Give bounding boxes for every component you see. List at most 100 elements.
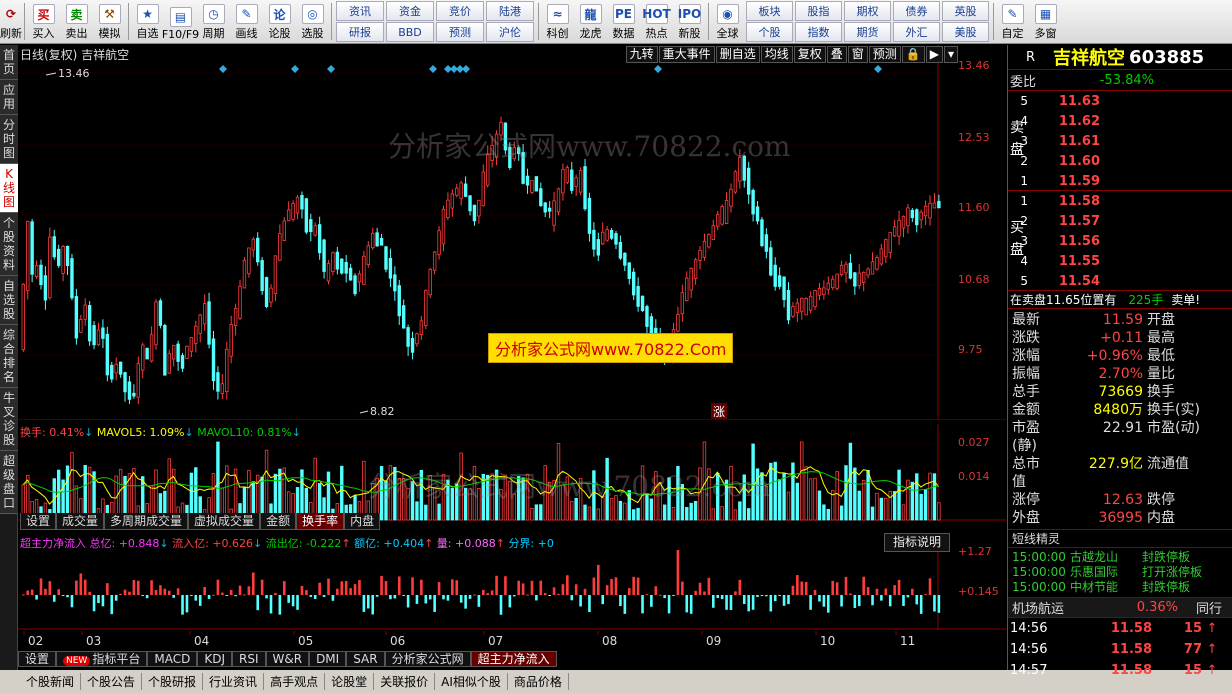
volume-tab-1[interactable]: 成交量 <box>56 513 105 530</box>
candle <box>733 170 738 194</box>
status-link-4[interactable]: 高手观点 <box>264 673 326 690</box>
grid1-4-button[interactable]: 研报 <box>336 22 384 42</box>
indicator-tab-4[interactable]: RSI <box>232 651 266 667</box>
chart-btn-5[interactable]: 叠 <box>826 46 847 63</box>
grid2-4-button[interactable]: 英股 <box>942 1 989 21</box>
toolbar-group5-0-button[interactable]: ✎ 自定 <box>996 0 1029 43</box>
toolbar-group3-1-button[interactable]: 龍龙虎 <box>574 0 607 43</box>
toolbar-group2-4-button[interactable]: 论论股 <box>263 0 296 43</box>
indicator-tab-2[interactable]: MACD <box>147 651 198 667</box>
news-item[interactable]: 15:00:00 古越龙山 封跌停板 <box>1008 550 1232 565</box>
kline-chart[interactable]: 13.46 8.82 涨 <box>18 45 1006 420</box>
left-tab-6[interactable]: 综合排名 <box>0 325 18 388</box>
grid2-3-button[interactable]: 债券 <box>893 1 940 21</box>
toolbar-group3-0-button[interactable]: ≈ 科创 <box>541 0 574 43</box>
status-link-3[interactable]: 行业资讯 <box>203 673 265 690</box>
volume-tab-5[interactable]: 换手率 <box>296 513 345 530</box>
asks-row[interactable]: 1 11.59 <box>1008 171 1232 191</box>
left-tab-2[interactable]: 分时图 <box>0 115 18 164</box>
volume-tab-2[interactable]: 多周期成交量 <box>104 513 189 530</box>
status-link-5[interactable]: 论股堂 <box>325 673 375 690</box>
left-tab-0[interactable]: 首页 <box>0 45 18 80</box>
grid1-1-button[interactable]: 资金 <box>386 1 434 21</box>
volume-tab-6[interactable]: 内盘 <box>344 513 381 530</box>
grid1-3-button[interactable]: 陆港 <box>486 1 534 21</box>
chart-btn-2[interactable]: 删自选 <box>715 46 760 63</box>
dropdown-icon[interactable]: ▾ <box>943 46 958 63</box>
status-link-2[interactable]: 个股研报 <box>142 673 204 690</box>
status-link-6[interactable]: 关联报价 <box>374 673 436 690</box>
bids-row[interactable]: 2 11.57 <box>1008 211 1232 231</box>
bids-row[interactable]: 1 11.58 <box>1008 191 1232 211</box>
grid1-5-button[interactable]: BBD <box>386 22 434 42</box>
volume-tab-0[interactable]: 设置 <box>20 513 57 530</box>
toolbar-group1-1-button[interactable]: 卖卖出 <box>60 0 93 43</box>
status-link-8[interactable]: 商品价格 <box>508 673 569 690</box>
volume-tab-4[interactable]: 金额 <box>260 513 297 530</box>
indicator-tab-8[interactable]: 分析家公式网 <box>384 651 471 667</box>
candle <box>83 298 87 326</box>
volume-tab-3[interactable]: 虚拟成交量 <box>188 513 261 530</box>
left-tab-8[interactable]: 超级盘口 <box>0 451 18 514</box>
asks-row[interactable]: 4 11.62 <box>1008 111 1232 131</box>
toolbar-group2-1-button[interactable]: ▤ F10/F9 <box>162 0 199 43</box>
chart-btn-4[interactable]: 复权 <box>793 46 826 63</box>
left-tab-3[interactable]: K线图 <box>0 164 18 213</box>
toolbar-group1-0-button[interactable]: 买买入 <box>27 0 60 43</box>
chart-btn-3[interactable]: 均线 <box>760 46 793 63</box>
toolbar-group2-3-button[interactable]: ✎ 画线 <box>230 0 263 43</box>
refresh-button[interactable]: ⟳ 刷新 <box>0 0 22 43</box>
indicator-tab-7[interactable]: SAR <box>346 651 385 667</box>
toolbar-group3-4-button[interactable]: IPO 新股 <box>673 0 706 43</box>
toolbar-group2-5-button[interactable]: ◎ 选股 <box>296 0 329 43</box>
lock-icon[interactable]: 🔒 <box>901 46 925 63</box>
chart-btn-0[interactable]: 九转 <box>625 46 658 63</box>
sector-row[interactable]: 机场航运 0.36% 同行 <box>1008 598 1232 618</box>
left-tab-5[interactable]: 自选股 <box>0 276 18 325</box>
left-tab-7[interactable]: 牛叉诊股 <box>0 388 18 451</box>
bids-row[interactable]: 3 11.56 <box>1008 231 1232 251</box>
news-item[interactable]: 15:00:00 中材节能 封跌停板 <box>1008 580 1232 595</box>
news-item[interactable]: 15:00:00 乐惠国际 打开涨停板 <box>1008 565 1232 580</box>
next-icon[interactable]: ▶ <box>925 46 943 63</box>
toolbar-group3-2-button[interactable]: PE 数据 <box>607 0 640 43</box>
indicator-tab-1[interactable]: NEW 指标平台 <box>56 651 148 667</box>
left-tab-4[interactable]: 个股资料 <box>0 213 18 276</box>
grid1-6-button[interactable]: 预测 <box>436 22 484 42</box>
left-tab-1[interactable]: 应用 <box>0 80 18 115</box>
grid2-6-button[interactable]: 指数 <box>795 22 842 42</box>
toolbar-group5-1-button[interactable]: ▦ 多窗 <box>1029 0 1062 43</box>
chart-btn-7[interactable]: 预测 <box>868 46 901 63</box>
grid1-2-button[interactable]: 竞价 <box>436 1 484 21</box>
indicator-tab-6[interactable]: DMI <box>309 651 347 667</box>
toolbar-group4-0-button[interactable]: ◉ 全球 <box>711 0 744 43</box>
status-link-0[interactable]: 个股新闻 <box>20 673 82 690</box>
grid2-8-button[interactable]: 外汇 <box>893 22 940 42</box>
grid2-0-button[interactable]: 板块 <box>746 1 793 21</box>
bids-row[interactable]: 4 11.55 <box>1008 251 1232 271</box>
grid2-7-button[interactable]: 期货 <box>844 22 891 42</box>
grid1-0-button[interactable]: 资讯 <box>336 1 384 21</box>
asks-row[interactable]: 3 11.61 <box>1008 131 1232 151</box>
grid2-1-button[interactable]: 股指 <box>795 1 842 21</box>
asks-row[interactable]: 5 11.63 <box>1008 91 1232 111</box>
asks-row[interactable]: 2 11.60 <box>1008 151 1232 171</box>
toolbar-group2-2-button[interactable]: ◷ 周期 <box>197 0 230 43</box>
grid2-2-button[interactable]: 期权 <box>844 1 891 21</box>
toolbar-group1-2-button[interactable]: ⚒ 模拟 <box>93 0 126 43</box>
toolbar-group3-3-button[interactable]: HOT 热点 <box>640 0 673 43</box>
chart-btn-6[interactable]: 窗 <box>847 46 868 63</box>
status-link-7[interactable]: AI相似个股 <box>435 673 508 690</box>
bids-row[interactable]: 5 11.54 <box>1008 271 1232 291</box>
grid2-5-button[interactable]: 个股 <box>746 22 793 42</box>
indicator-tab-5[interactable]: W&R <box>265 651 310 667</box>
status-link-1[interactable]: 个股公告 <box>81 673 143 690</box>
chart-btn-1[interactable]: 重大事件 <box>658 46 715 63</box>
toolbar-group2-0-button[interactable]: ★ 自选 <box>131 0 164 43</box>
indicator-tab-0[interactable]: 设置 <box>18 651 57 667</box>
grid2-9-button[interactable]: 美股 <box>942 22 989 42</box>
indicator-explain-button[interactable]: 指标说明 <box>883 533 950 552</box>
indicator-tab-9[interactable]: 超主力净流入 <box>470 651 557 667</box>
grid1-7-button[interactable]: 沪伦 <box>486 22 534 42</box>
indicator-tab-3[interactable]: KDJ <box>197 651 232 667</box>
